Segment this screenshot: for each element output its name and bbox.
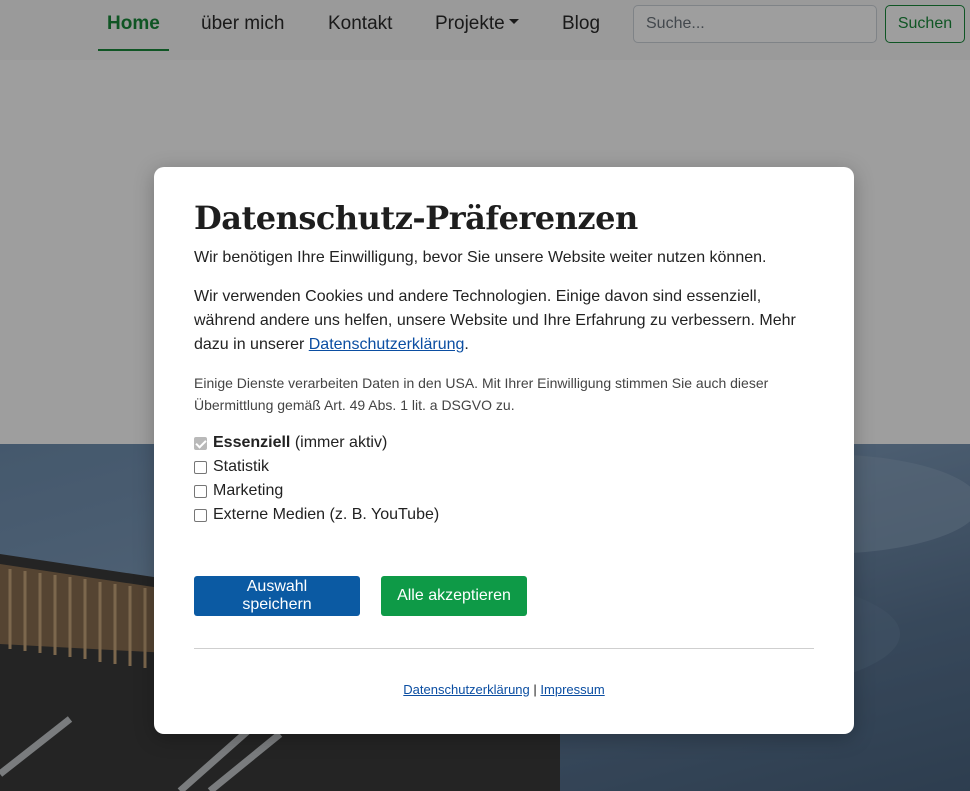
- statistics-label: Statistik: [213, 458, 270, 475]
- option-essential: Essenziell (immer aktiv): [194, 433, 387, 453]
- essential-label: Essenziell: [213, 434, 291, 451]
- save-selection-button[interactable]: Auswahl speichern: [194, 576, 360, 616]
- dialog-footer: Datenschutzerklärung | Impressum: [154, 682, 854, 697]
- essential-suffix: (immer aktiv): [294, 434, 388, 451]
- usa-transfer-notice: Einige Dienste verarbeiten Daten in den …: [194, 375, 769, 413]
- privacy-policy-link[interactable]: Datenschutzerklärung: [309, 336, 465, 353]
- marketing-label: Marketing: [213, 482, 284, 499]
- consent-text: Wir benötigen Ihre Einwilligung, bevor S…: [194, 249, 767, 266]
- cookies-text: Wir verwenden Cookies und andere Technol…: [194, 285, 814, 357]
- essential-checkbox: [194, 436, 207, 450]
- privacy-preferences-dialog: Datenschutz-Präferenzen Wir benötigen Ih…: [154, 167, 854, 734]
- option-external-media[interactable]: Externe Medien (z. B. YouTube): [194, 505, 439, 525]
- cookies-text-body: Wir verwenden Cookies und andere Technol…: [194, 288, 796, 353]
- footer-imprint-link[interactable]: Impressum: [540, 682, 604, 697]
- external-media-checkbox[interactable]: [194, 508, 207, 522]
- accept-all-button[interactable]: Alle akzeptieren: [381, 576, 527, 616]
- external-media-label: Externe Medien (z. B. YouTube): [213, 506, 440, 523]
- option-statistics[interactable]: Statistik: [194, 457, 269, 477]
- option-marketing[interactable]: Marketing: [194, 481, 283, 501]
- cookies-text-period: .: [464, 336, 469, 353]
- divider: [194, 648, 814, 649]
- statistics-checkbox[interactable]: [194, 460, 207, 474]
- marketing-checkbox[interactable]: [194, 484, 207, 498]
- dialog-title: Datenschutz-Präferenzen: [194, 199, 638, 237]
- footer-separator: |: [533, 682, 537, 697]
- footer-privacy-link[interactable]: Datenschutzerklärung: [403, 682, 529, 697]
